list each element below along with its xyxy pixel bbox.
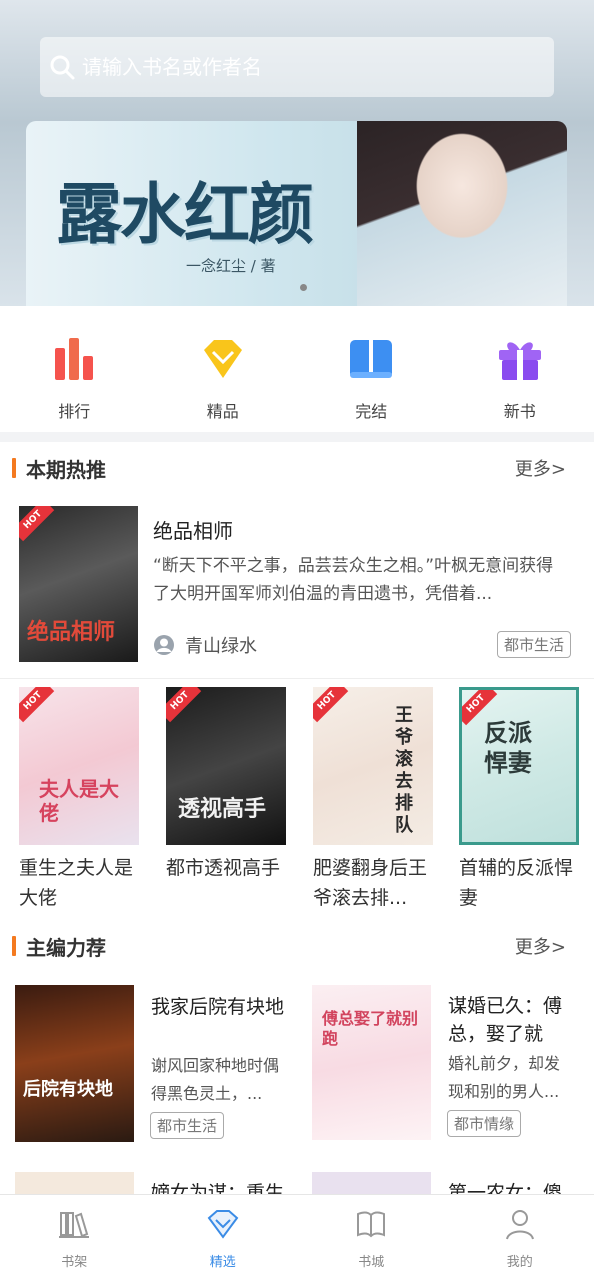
banner-carousel[interactable]: 露水红颜 一念红尘 / 著 <box>26 121 567 306</box>
book-card[interactable]: 后院有块地 <box>15 985 134 1142</box>
section-title: 主编力荐 <box>12 932 106 961</box>
hot-book-grid: 夫人是大佬 HOT 重生之夫人是大佬 透视高手 HOT 都市透视高手 王爷滚去排… <box>0 678 594 920</box>
author-name: 青山绿水 <box>185 636 257 657</box>
nav-bookstore[interactable]: 书城 <box>297 1195 446 1280</box>
diamond-icon <box>203 340 242 378</box>
book-card[interactable]: 夫人是大佬 HOT 重生之夫人是大佬 <box>19 687 151 913</box>
search-icon <box>50 55 75 80</box>
section-header-hot: 本期热推 更多> <box>0 442 594 494</box>
book-card[interactable]: 傅总娶了就别跑 <box>312 985 431 1140</box>
nav-label: 精选 <box>209 1255 236 1270</box>
section-title-text: 主编力荐 <box>26 935 106 960</box>
nav-label: 我的 <box>506 1255 533 1270</box>
book-cover: 透视高手 HOT <box>166 687 286 845</box>
category-completed[interactable]: 完结 <box>297 306 446 432</box>
book-card[interactable]: 反派悍妻 HOT 首辅的反派悍妻 <box>459 687 591 913</box>
cover-title: 绝品相师 <box>27 619 116 645</box>
search-bar[interactable] <box>40 37 554 97</box>
book-title: 肥婆翻身后王爷滚去排... <box>313 857 428 909</box>
editor-picks: 后院有块地 我家后院有块地 谢风回家种地时偶得黑色灵土，... 都市生活 傅总娶… <box>0 972 594 1194</box>
book-description: 婚礼前夕，却发现和别的男人... <box>448 1054 561 1101</box>
section-accent-bar <box>12 458 16 478</box>
book-cover: 绝品相师 HOT <box>19 506 138 662</box>
banner-title: 露水红颜 <box>56 175 314 253</box>
book-open-icon <box>350 340 393 378</box>
genre-tag: 都市生活 <box>497 631 572 658</box>
section-title: 本期热推 <box>12 454 106 483</box>
banner-illustration <box>357 121 567 306</box>
genre-tag: 都市生活 <box>150 1112 225 1139</box>
book-title[interactable]: 谋婚已久：傅总，娶了就 <box>448 992 572 1048</box>
diamond-outline-icon <box>207 1210 239 1239</box>
book-title: 重生之夫人是大佬 <box>19 857 134 909</box>
hot-badge: HOT <box>166 687 202 723</box>
book-card[interactable]: 王爷滚去排队 HOT 肥婆翻身后王爷滚去排... <box>313 687 445 913</box>
book-icon <box>357 1211 386 1238</box>
category-label: 新书 <box>503 402 536 421</box>
more-link[interactable]: 更多> <box>515 455 566 481</box>
book-title[interactable]: 第一农女：傻 <box>448 1178 562 1194</box>
category-new[interactable]: 新书 <box>446 306 594 432</box>
category-ranking[interactable]: 排行 <box>0 306 149 432</box>
book-title: 首辅的反派悍妻 <box>459 857 574 909</box>
search-input[interactable] <box>82 55 554 79</box>
book-title[interactable]: 我家后院有块地 <box>151 992 284 1019</box>
section-header-editor: 主编力荐 更多> <box>0 920 594 972</box>
section-title-text: 本期热推 <box>26 457 106 482</box>
book-card[interactable]: 透视高手 HOT 都市透视高手 <box>166 687 298 883</box>
book-title[interactable]: 嫡女为谋：重生 <box>151 1178 284 1194</box>
person-icon <box>505 1210 534 1240</box>
carousel-indicator <box>300 284 307 291</box>
more-link[interactable]: 更多> <box>515 933 566 959</box>
cover-title: 反派悍妻 <box>484 718 532 777</box>
cover-title: 夫人是大佬 <box>39 777 119 825</box>
book-cover: 王爷滚去排队 HOT <box>313 687 433 845</box>
bar-chart-icon <box>55 338 94 380</box>
book-cover: 反派悍妻 HOT <box>459 687 579 845</box>
section-accent-bar <box>12 936 16 956</box>
category-row: 排行 精品 完结 新书 <box>0 306 594 432</box>
nav-label: 书架 <box>61 1255 88 1270</box>
hero-header: 露水红颜 一念红尘 / 著 <box>0 0 594 306</box>
book-description: “断天下不平之事，品芸芸众生之相。”叶枫无意间获得了大明开国军师刘伯温的青田遗书… <box>153 556 554 604</box>
book-cover: 后院有块地 <box>15 985 134 1142</box>
genre-tag: 都市情缘 <box>447 1110 522 1137</box>
book-title[interactable]: 绝品相师 <box>153 515 233 544</box>
book-author: 青山绿水 <box>153 632 257 658</box>
category-label: 排行 <box>58 402 91 421</box>
hot-badge: HOT <box>313 687 349 723</box>
book-cover[interactable] <box>312 1172 431 1194</box>
nav-label: 书城 <box>358 1255 385 1270</box>
gift-icon <box>498 342 541 380</box>
book-description: 谢风回家种地时偶得黑色灵土，... <box>151 1056 280 1103</box>
cover-title: 后院有块地 <box>23 1079 113 1100</box>
banner-author: 一念红尘 / 著 <box>186 257 276 275</box>
bookshelf-icon <box>59 1212 90 1238</box>
bottom-nav: 书架 精选 书城 我的 <box>0 1194 594 1280</box>
user-icon <box>154 635 174 655</box>
nav-featured[interactable]: 精选 <box>149 1195 298 1280</box>
hot-badge: HOT <box>19 687 55 723</box>
category-label: 精品 <box>206 402 239 421</box>
book-title: 都市透视高手 <box>166 857 281 879</box>
cover-title: 傅总娶了就别跑 <box>322 1009 419 1048</box>
cover-title: 透视高手 <box>178 796 267 822</box>
book-cover[interactable] <box>15 1172 134 1194</box>
book-cover: 傅总娶了就别跑 <box>312 985 431 1140</box>
nav-bookshelf[interactable]: 书架 <box>0 1195 149 1280</box>
nav-profile[interactable]: 我的 <box>446 1195 594 1280</box>
cover-title: 王爷滚去排队 <box>395 705 413 836</box>
category-premium[interactable]: 精品 <box>149 306 298 432</box>
category-label: 完结 <box>355 402 388 421</box>
hot-badge: HOT <box>19 506 55 542</box>
book-cover: 夫人是大佬 HOT <box>19 687 139 845</box>
